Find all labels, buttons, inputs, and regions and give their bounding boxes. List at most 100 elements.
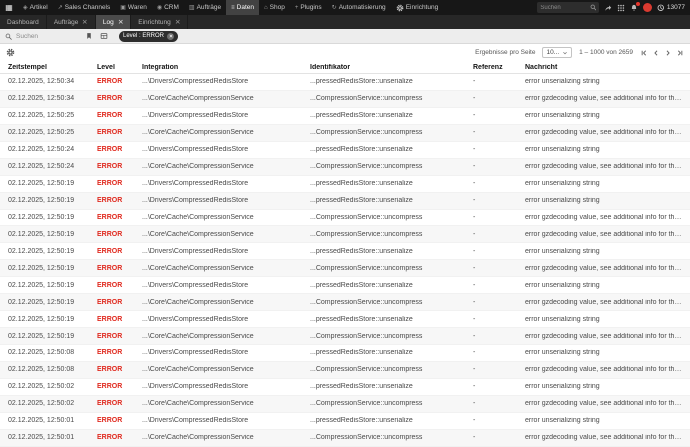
cell-reference: -	[473, 316, 525, 323]
time-counter[interactable]: 13077	[657, 4, 685, 12]
table-row[interactable]: 02.12.2025, 12:50:19ERROR...\Drivers\Com…	[0, 277, 690, 294]
cell-timestamp: 02.12.2025, 12:50:19	[0, 316, 97, 323]
page-first-button[interactable]	[640, 49, 648, 57]
table-row[interactable]: 02.12.2025, 12:50:34ERROR...\Drivers\Com…	[0, 74, 690, 91]
per-page-select[interactable]: 10...	[542, 47, 572, 58]
cell-identifier: ...pressedRedisStore::unserialize	[310, 197, 473, 204]
menu-item-label: Aufträge	[197, 4, 222, 11]
menu-item-shop[interactable]: ⌂Shop	[259, 0, 290, 15]
tab-close-icon[interactable]	[118, 19, 124, 25]
tab-einrichtung[interactable]: Einrichtung	[131, 15, 188, 29]
cell-level: ERROR	[97, 316, 142, 323]
cell-timestamp: 02.12.2025, 12:50:19	[0, 214, 97, 221]
cell-message: error gzdecoding value, see additional i…	[525, 214, 690, 221]
table-row[interactable]: 02.12.2025, 12:50:19ERROR...\Drivers\Com…	[0, 193, 690, 210]
avatar[interactable]	[643, 3, 652, 12]
cell-message: error gzdecoding value, see additional i…	[525, 299, 690, 306]
chevron-down-icon	[562, 50, 568, 56]
cell-reference: -	[473, 248, 525, 255]
notifications-button[interactable]	[630, 4, 638, 12]
page-last-button[interactable]	[676, 49, 684, 57]
cell-level: ERROR	[97, 434, 142, 441]
cell-integration: ...\Drivers\CompressedRedisStore	[142, 383, 310, 390]
topbar-menu: ◈Artikel↗Sales Channels▣Waren◉CRM▥Aufträ…	[18, 0, 443, 15]
table-row[interactable]: 02.12.2025, 12:50:08ERROR...\Core\Cache\…	[0, 362, 690, 379]
cell-identifier: ...pressedRedisStore::unserialize	[310, 112, 473, 119]
menu-item-crm[interactable]: ◉CRM	[152, 0, 184, 15]
layout-button[interactable]	[100, 32, 108, 40]
global-search[interactable]	[537, 2, 599, 13]
table-row[interactable]: 02.12.2025, 12:50:19ERROR...\Core\Cache\…	[0, 294, 690, 311]
table-row[interactable]: 02.12.2025, 12:50:02ERROR...\Drivers\Com…	[0, 379, 690, 396]
cell-identifier: ...pressedRedisStore::unserialize	[310, 349, 473, 356]
tab-close-icon[interactable]	[175, 19, 181, 25]
tab-close-icon[interactable]	[82, 19, 88, 25]
menu-item-sales-channels[interactable]: ↗Sales Channels	[53, 0, 116, 15]
cell-identifier: ...pressedRedisStore::unserialize	[310, 180, 473, 187]
chip-close-icon[interactable]	[167, 33, 174, 40]
table-row[interactable]: 02.12.2025, 12:50:19ERROR...\Core\Cache\…	[0, 210, 690, 227]
cell-timestamp: 02.12.2025, 12:50:24	[0, 163, 97, 170]
cell-message: error unserializing string	[525, 282, 690, 289]
cell-integration: ...\Core\Cache\CompressionService	[142, 129, 310, 136]
table-row[interactable]: 02.12.2025, 12:50:24ERROR...\Drivers\Com…	[0, 142, 690, 159]
cell-integration: ...\Drivers\CompressedRedisStore	[142, 282, 310, 289]
per-page-label: Ergebnisse pro Seite	[475, 49, 535, 56]
table-row[interactable]: 02.12.2025, 12:50:08ERROR...\Drivers\Com…	[0, 345, 690, 362]
table-row[interactable]: 02.12.2025, 12:50:34ERROR...\Core\Cache\…	[0, 91, 690, 108]
app-logo[interactable]: ▦	[5, 4, 13, 12]
column-header-nachricht[interactable]: Nachricht	[525, 64, 690, 71]
table-row[interactable]: 02.12.2025, 12:50:19ERROR...\Drivers\Com…	[0, 176, 690, 193]
menu-item-automatisierung[interactable]: ↻Automatisierung	[327, 0, 391, 15]
column-header-integration[interactable]: Integration	[142, 64, 310, 71]
table-row[interactable]: 02.12.2025, 12:50:02ERROR...\Core\Cache\…	[0, 396, 690, 413]
table-row[interactable]: 02.12.2025, 12:50:19ERROR...\Core\Cache\…	[0, 328, 690, 345]
menu-item-auftrage[interactable]: ▥Aufträge	[184, 0, 226, 15]
filter-chip-level[interactable]: Level : ERROR	[119, 31, 178, 42]
table-row[interactable]: 02.12.2025, 12:50:24ERROR...\Core\Cache\…	[0, 159, 690, 176]
cell-timestamp: 02.12.2025, 12:50:34	[0, 78, 97, 85]
cell-reference: -	[473, 129, 525, 136]
column-header-identifikator[interactable]: Identifikator	[310, 64, 473, 71]
table-row[interactable]: 02.12.2025, 12:50:19ERROR...\Drivers\Com…	[0, 311, 690, 328]
tab-auftrage[interactable]: Aufträge	[47, 15, 96, 29]
column-header-referenz[interactable]: Referenz	[473, 64, 525, 71]
grid-settings-button[interactable]	[6, 48, 15, 57]
share-button[interactable]	[604, 4, 612, 12]
column-header-zeitstempel[interactable]: Zeitstempel	[0, 64, 97, 71]
global-search-input[interactable]	[540, 5, 588, 11]
cell-timestamp: 02.12.2025, 12:50:34	[0, 95, 97, 102]
cell-reference: -	[473, 265, 525, 272]
menu-item-waren[interactable]: ▣Waren	[115, 0, 152, 15]
bookmark-icon	[85, 32, 93, 40]
table-row[interactable]: 02.12.2025, 12:50:01ERROR...\Drivers\Com…	[0, 413, 690, 430]
cell-integration: ...\Drivers\CompressedRedisStore	[142, 78, 310, 85]
table-row[interactable]: 02.12.2025, 12:50:19ERROR...\Core\Cache\…	[0, 226, 690, 243]
table-row[interactable]: 02.12.2025, 12:50:25ERROR...\Core\Cache\…	[0, 125, 690, 142]
cell-timestamp: 02.12.2025, 12:50:19	[0, 180, 97, 187]
table-row[interactable]: 02.12.2025, 12:50:19ERROR...\Drivers\Com…	[0, 243, 690, 260]
apps-button[interactable]	[617, 4, 625, 12]
filter-search-input[interactable]	[16, 33, 78, 40]
tab-log[interactable]: Log	[96, 15, 131, 29]
menu-item-artikel[interactable]: ◈Artikel	[18, 0, 53, 15]
cell-identifier: ...CompressionService::uncompress	[310, 400, 473, 407]
menu-item-plugins[interactable]: +Plugins	[290, 0, 327, 15]
menu-item-einrichtung[interactable]: Einrichtung	[391, 0, 444, 15]
gear-icon	[6, 48, 15, 57]
column-header-level[interactable]: Level	[97, 64, 142, 71]
cell-level: ERROR	[97, 349, 142, 356]
save-filter-button[interactable]	[85, 32, 93, 40]
page-prev-button[interactable]	[652, 49, 660, 57]
cell-level: ERROR	[97, 197, 142, 204]
page-next-button[interactable]	[664, 49, 672, 57]
table-row[interactable]: 02.12.2025, 12:50:25ERROR...\Drivers\Com…	[0, 108, 690, 125]
table-row[interactable]: 02.12.2025, 12:50:01ERROR...\Core\Cache\…	[0, 430, 690, 447]
table-row[interactable]: 02.12.2025, 12:50:19ERROR...\Core\Cache\…	[0, 260, 690, 277]
cell-timestamp: 02.12.2025, 12:50:02	[0, 400, 97, 407]
cell-level: ERROR	[97, 265, 142, 272]
menu-item-daten[interactable]: ≡Daten	[226, 0, 259, 15]
cell-timestamp: 02.12.2025, 12:50:19	[0, 231, 97, 238]
cell-integration: ...\Core\Cache\CompressionService	[142, 163, 310, 170]
tab-dashboard[interactable]: Dashboard	[0, 15, 47, 29]
